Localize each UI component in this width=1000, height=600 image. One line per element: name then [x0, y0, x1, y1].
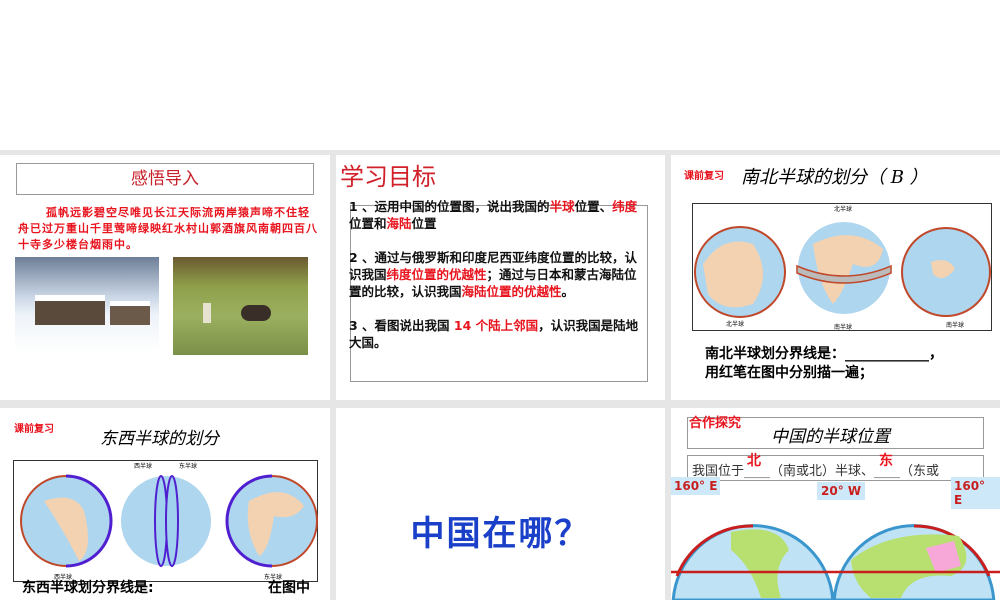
longitude-label-mid: 20° W: [817, 482, 866, 500]
map-label: 西半球: [134, 463, 153, 470]
globes-illustration: [20, 474, 318, 568]
question-line-2: 用红笔在图中分别描一遍；: [705, 365, 873, 381]
slide-sorter-grid: 感悟导入 孤帆远影碧空尽唯见长江天际流两岸猿声啼不住轻舟已过万重山千里莺啼绿映红…: [0, 150, 1000, 600]
slide-6[interactable]: 合作探究 中国的半球位置 我国位于____（南或北）半球、____（东或 北 东…: [671, 408, 1000, 600]
slide-3[interactable]: 课前复习 南北半球的划分（ B ） 北半球 北半球 南半球 南半球 南北半球划分…: [671, 155, 1000, 400]
question-line-1: 南北半球划分界线是：____________，: [705, 346, 943, 362]
snow-cabin-image: [15, 257, 159, 353]
review-tag: 课前复习: [14, 424, 54, 435]
map-label: 南半球: [834, 324, 853, 331]
answer-north: 北: [747, 453, 761, 469]
goal-2: 2 、通过与俄罗斯和印度尼西亚纬度位置的比较，认识我国纬度位置的优越性；通过与日…: [349, 250, 638, 299]
map-label: 北半球: [834, 206, 853, 213]
center-heading: 中国在哪？: [410, 514, 591, 554]
shed-shape: [110, 301, 150, 325]
question-text: 东西半球划分界线是:: [22, 580, 154, 596]
review-tag: 课前复习: [684, 171, 724, 182]
goal-1: 1 、运用中国的位置图，说出我国的半球位置、纬度位置和海陆位置: [349, 199, 638, 231]
map-label: 东半球: [179, 463, 198, 470]
cooperate-tag: 合作探究: [689, 416, 742, 431]
longitude-label-left: 160° E: [671, 477, 721, 495]
slide-1[interactable]: 感悟导入 孤帆远影碧空尽唯见长江天际流两岸猿声啼不住轻舟已过万重山千里莺啼绿映红…: [0, 155, 330, 400]
slide-5[interactable]: 中国在哪？: [336, 408, 665, 600]
slide-title: 东西半球的划分: [100, 429, 219, 449]
cabin-shape: [35, 295, 105, 325]
slide-title: 感悟导入: [16, 163, 314, 195]
buffalo-shape: [241, 305, 271, 321]
hemisphere-map: 西半球 西半球 东半球 东半球: [13, 460, 318, 582]
map-label: 北半球: [726, 321, 745, 328]
boundary-ellipse: [165, 475, 179, 567]
farmer-shape: [203, 303, 211, 323]
goals-text: 1 、运用中国的位置图，说出我国的半球位置、纬度位置和海陆位置 2 、通过与俄罗…: [349, 198, 649, 351]
answer-east: 东: [879, 453, 893, 469]
hemisphere-map: 北半球 北半球 南半球 南半球: [692, 203, 992, 331]
rice-field-image: [173, 257, 308, 355]
poem-text: 孤帆远影碧空尽唯见长江天际流两岸猿声啼不住轻舟已过万重山千里莺啼绿映红水村山郭酒…: [18, 206, 318, 251]
slide-title: 南北半球的划分（ B ）: [741, 167, 928, 188]
slide-title: 中国的半球位置: [771, 427, 890, 447]
slide-2[interactable]: 学习目标 1 、运用中国的位置图，说出我国的半球位置、纬度位置和海陆位置 2 、…: [336, 155, 665, 400]
question-text-end: 在图中: [268, 580, 310, 596]
longitude-label-right: 160° E: [951, 477, 1000, 509]
globes-illustration: [694, 222, 991, 318]
slide-title: 学习目标: [340, 163, 436, 191]
map-label: 南半球: [946, 322, 965, 329]
goal-3: 3 、看图说出我国 14 个陆上邻国，认识我国是陆地大国。: [349, 318, 639, 350]
slide-4[interactable]: 课前复习 东西半球的划分 西半球 西半球 东半球 东半球 东西半球划分界线是: …: [0, 408, 330, 600]
